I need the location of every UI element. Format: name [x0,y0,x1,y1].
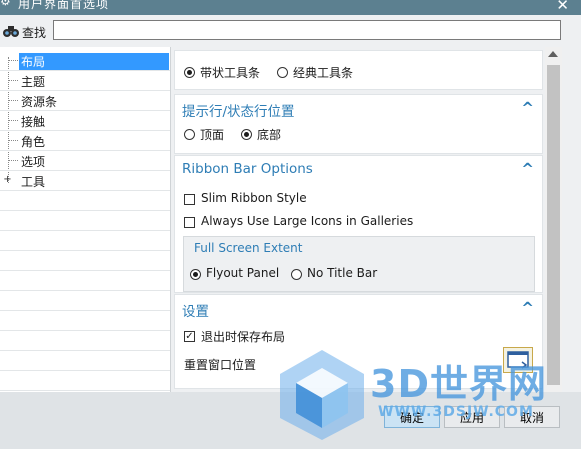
flyout-panel-radio[interactable] [190,269,201,280]
classic-toolbar-label: 经典工具条 [293,66,354,80]
ribbon-style-label: 带状工具条 [200,66,261,80]
collapse-icon[interactable]: ^ [521,299,534,317]
full-screen-extent-group: Full Screen Extent Flyout Panel No Title… [183,236,535,292]
search-label: 查找 [22,26,47,40]
slim-ribbon-checkbox[interactable] [184,194,195,205]
scroll-thumb[interactable] [547,65,560,385]
classic-toolbar-radio[interactable] [277,67,288,78]
tree-empty-row [0,190,170,211]
tree-item-label: 接触 [21,115,46,129]
prompt-position-panel: 提示行/状态行位置 ^ 顶面 底部 [174,94,543,154]
panel-title: Ribbon Bar Options [182,161,313,177]
tree-connector [8,60,18,61]
tree-connector [8,100,18,101]
tree-item-touch[interactable]: 接触 [0,110,170,131]
group-title: Full Screen Extent [194,241,303,255]
save-layout-label: 退出时保存布局 [201,330,286,344]
panel-title: 设置 [182,304,209,320]
tree-empty-row [0,250,170,271]
tree-item-theme[interactable]: 主题 [0,70,170,91]
tree-empty-row [0,310,170,331]
position-top-label: 顶面 [200,128,225,142]
tree-item-roles[interactable]: 角色 [0,130,170,151]
ribbon-style-panel: 带状工具条 经典工具条 [174,50,543,90]
title-bar: ⚙ 用户界面首选项 ✕ [0,0,581,15]
tree-empty-row [0,370,170,391]
tree-empty-row [0,290,170,311]
tree-item-tools[interactable]: + 工具 [0,170,170,191]
reset-position-label: 重置窗口位置 [184,358,257,372]
slim-ribbon-label: Slim Ribbon Style [201,191,307,205]
ribbon-bar-options-panel: Ribbon Bar Options ^ Slim Ribbon Style A… [174,155,543,293]
tree-item-label: 布局 [19,53,169,70]
scroll-up-icon[interactable] [548,51,558,57]
tree-item-resource-bar[interactable]: 资源条 [0,90,170,111]
window-title: 用户界面首选项 [18,0,110,11]
ribbon-style-radio[interactable] [184,67,195,78]
category-tree: 布局 主题 资源条 接触 角色 选项 + 工具 [0,47,171,392]
position-bottom-radio[interactable] [241,129,252,140]
no-title-bar-radio[interactable] [291,269,302,280]
save-layout-checkbox[interactable]: ✓ [184,331,195,342]
tree-item-label: 工具 [21,175,46,189]
position-bottom-label: 底部 [257,128,282,142]
expand-icon[interactable]: + [3,175,12,185]
vertical-scrollbar[interactable] [545,47,562,392]
watermark-url: WWW.3DSJW.COM [378,404,534,420]
tree-connector [8,140,18,141]
tree-connector [8,160,18,161]
tree-item-label: 主题 [21,75,46,89]
gear-icon: ⚙ [0,0,11,8]
panel-title: 提示行/状态行位置 [182,104,295,120]
watermark-brand: 3D世界网 [370,362,547,406]
binoculars-icon [3,26,19,37]
tree-item-label: 选项 [21,155,46,169]
tree-item-options[interactable]: 选项 [0,150,170,171]
tree-connector [8,80,18,81]
tree-empty-row [0,350,170,371]
large-icons-checkbox[interactable] [184,217,195,228]
flyout-panel-label: Flyout Panel [206,266,280,280]
search-input[interactable] [53,20,561,40]
tree-empty-row [0,330,170,351]
tree-item-label: 角色 [21,135,46,149]
collapse-icon[interactable]: ^ [521,160,534,178]
search-bar: 查找 [0,15,581,47]
no-title-bar-label: No Title Bar [307,266,378,280]
tree-connector [8,120,18,121]
tree-item-label: 资源条 [21,95,58,109]
large-icons-label: Always Use Large Icons in Galleries [201,214,414,228]
position-top-radio[interactable] [184,129,195,140]
collapse-icon[interactable]: ^ [521,99,534,117]
tree-empty-row [0,210,170,231]
close-icon[interactable]: ✕ [556,0,569,14]
tree-item-layout[interactable]: 布局 [0,50,170,71]
tree-empty-row [0,270,170,291]
settings-pane: 带状工具条 经典工具条 提示行/状态行位置 ^ 顶面 底部 Ribbon Bar… [172,47,545,392]
watermark-logo [280,350,364,440]
tree-empty-row [0,230,170,251]
